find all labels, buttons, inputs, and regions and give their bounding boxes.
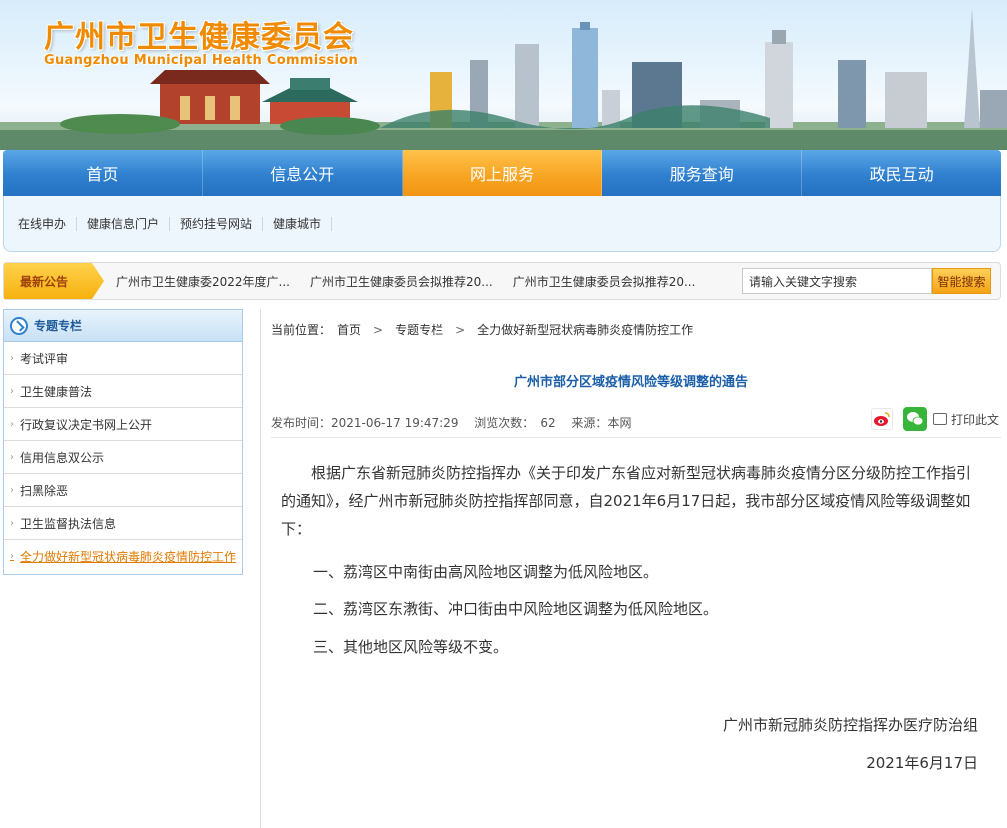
breadcrumb-topics[interactable]: 专题专栏 [395, 321, 443, 338]
print-button[interactable]: 打印此文 [933, 411, 999, 428]
nav-item-service-query[interactable]: 服务查询 [602, 150, 803, 196]
article-intro: 根据广东省新冠肺炎防控指挥办《关于印发广东省应对新型冠状病毒肺炎疫情分区分级防控… [281, 464, 972, 538]
sub-navigation: 在线申办 健康信息门户 预约挂号网站 健康城市 [3, 196, 1001, 252]
site-title: 广州市卫生健康委员会 [44, 20, 354, 55]
sidebar-item-anti-crime[interactable]: › 扫黑除恶 [4, 474, 242, 507]
article-panel: 当前位置： 首页 > 专题专栏 > 全力做好新型冠状病毒肺炎疫情防控工作 广州市… [260, 309, 1001, 828]
share-toolbar: 打印此文 [871, 407, 999, 431]
weibo-share-icon[interactable] [871, 408, 893, 430]
chevron-right-icon: › [10, 418, 14, 430]
chevron-right-icon: › [10, 451, 14, 463]
notice-label: 最新公告 [4, 263, 104, 299]
sidebar-item-label: 全力做好新型冠状病毒肺炎疫情防控工作 [20, 550, 237, 564]
meta-published-label: 发布时间： [271, 416, 332, 430]
header-banner: 广州市卫生健康委员会 Guangzhou Municipal Health Co… [0, 0, 1007, 150]
subnav-item-health-portal[interactable]: 健康信息门户 [77, 216, 171, 231]
print-label: 打印此文 [951, 412, 1000, 427]
sidebar-item-label: 卫生健康普法 [20, 384, 93, 399]
chevron-right-icon: › [10, 352, 14, 364]
article-title: 广州市部分区域疫情风险等级调整的通告 [513, 375, 748, 390]
breadcrumb-current[interactable]: 全力做好新型冠状病毒肺炎疫情防控工作 [477, 321, 693, 338]
article-meta: 发布时间：2021-06-17 19:47:29 浏览次数： 62 来源：本网 [271, 414, 643, 431]
notice-item[interactable]: 广州市卫生健康委员会拟推荐20... [310, 273, 493, 290]
breadcrumb-prefix: 当前位置： [271, 323, 332, 337]
printer-icon [933, 413, 947, 425]
sidebar-special-topics: 专题专栏 › 考试评审 › 卫生健康普法 › 行政复议决定书网上公开 › 信用信息双公示… [3, 309, 243, 575]
chevron-right-icon: › [10, 385, 14, 397]
notice-item[interactable]: 广州市卫生健康委员会拟推荐20... [513, 273, 696, 290]
meta-published: 发布时间：2021-06-17 19:47:29 [271, 416, 458, 430]
article-item-3: 三、其他地区风险等级不变。 [313, 638, 509, 656]
article-body: 根据广东省新冠肺炎防控指挥办《关于印发广东省应对新型冠状病毒肺炎疫情分区分级防控… [281, 459, 981, 551]
sidebar-header: 专题专栏 [4, 310, 242, 342]
sidebar-item-credit-info[interactable]: › 信用信息双公示 [4, 441, 242, 474]
wechat-share-icon[interactable] [903, 407, 927, 431]
sidebar-item-label: 扫黑除恶 [20, 483, 69, 498]
nav-item-info-disclosure[interactable]: 信息公开 [203, 150, 403, 196]
search-button[interactable]: 智能搜索 [932, 268, 991, 294]
subnav-item-healthy-city[interactable]: 健康城市 [263, 216, 333, 231]
meta-views-value: 62 [540, 416, 556, 430]
article-item-1: 一、荔湾区中南街由高风险地区调整为低风险地区。 [313, 563, 659, 581]
main-navigation: 首页 信息公开 网上服务 服务查询 政民互动 [3, 150, 1001, 196]
meta-source-value: 本网 [607, 416, 632, 430]
notice-list: 广州市卫生健康委2022年度广... 广州市卫生健康委员会拟推荐20... 广州… [116, 263, 715, 299]
meta-source-label: 来源： [571, 416, 608, 430]
sidebar-item-label: 信用信息双公示 [20, 450, 105, 465]
breadcrumb-separator: > [373, 322, 384, 337]
subnav-item-online-application[interactable]: 在线申办 [8, 216, 78, 231]
nav-item-home[interactable]: 首页 [3, 150, 203, 196]
breadcrumb-separator: > [455, 322, 466, 337]
sidebar-item-label: 行政复议决定书网上公开 [20, 417, 153, 432]
notice-item[interactable]: 广州市卫生健康委2022年度广... [116, 273, 290, 290]
subnav-item-appointment[interactable]: 预约挂号网站 [170, 216, 264, 231]
chevron-right-icon: › [10, 517, 14, 529]
sidebar-item-label: 卫生监督执法信息 [20, 516, 117, 531]
sidebar-item-covid-prevention[interactable]: › 全力做好新型冠状病毒肺炎疫情防控工作 [4, 540, 242, 573]
sidebar-item-label: 考试评审 [20, 351, 69, 366]
check-circle-icon [10, 316, 28, 335]
meta-published-value: 2021-06-17 19:47:29 [331, 416, 459, 430]
chevron-right-icon: › [10, 484, 14, 496]
meta-divider [271, 437, 1001, 438]
meta-views-label: 浏览次数： [474, 416, 535, 430]
sidebar-item-reconsideration[interactable]: › 行政复议决定书网上公开 [4, 408, 242, 441]
article-signature: 广州市新冠肺炎防控指挥办医疗防治组 [722, 716, 978, 734]
nav-item-online-services[interactable]: 网上服务 [402, 150, 603, 196]
site-title-english: Guangzhou Municipal Health Commission [44, 53, 359, 68]
chevron-right-icon: › [10, 551, 14, 562]
search-input[interactable] [742, 268, 932, 294]
breadcrumb: 当前位置： 首页 > 专题专栏 > 全力做好新型冠状病毒肺炎疫情防控工作 [271, 321, 693, 338]
breadcrumb-home[interactable]: 首页 [337, 321, 361, 338]
article-item-2: 二、荔湾区东漖街、冲口街由中风险地区调整为低风险地区。 [313, 600, 719, 618]
sidebar-item-supervision[interactable]: › 卫生监督执法信息 [4, 507, 242, 540]
article-date: 2021年6月17日 [866, 754, 978, 772]
meta-source: 来源：本网 [571, 416, 631, 430]
sidebar-title: 专题专栏 [34, 319, 83, 333]
nav-item-interaction[interactable]: 政民互动 [802, 150, 1001, 196]
notice-bar: 最新公告 广州市卫生健康委2022年度广... 广州市卫生健康委员会拟推荐20.… [3, 262, 1001, 300]
sidebar-item-law-education[interactable]: › 卫生健康普法 [4, 375, 242, 408]
sidebar-item-exam-review[interactable]: › 考试评审 [4, 342, 242, 375]
meta-views: 浏览次数： 62 [474, 416, 555, 430]
